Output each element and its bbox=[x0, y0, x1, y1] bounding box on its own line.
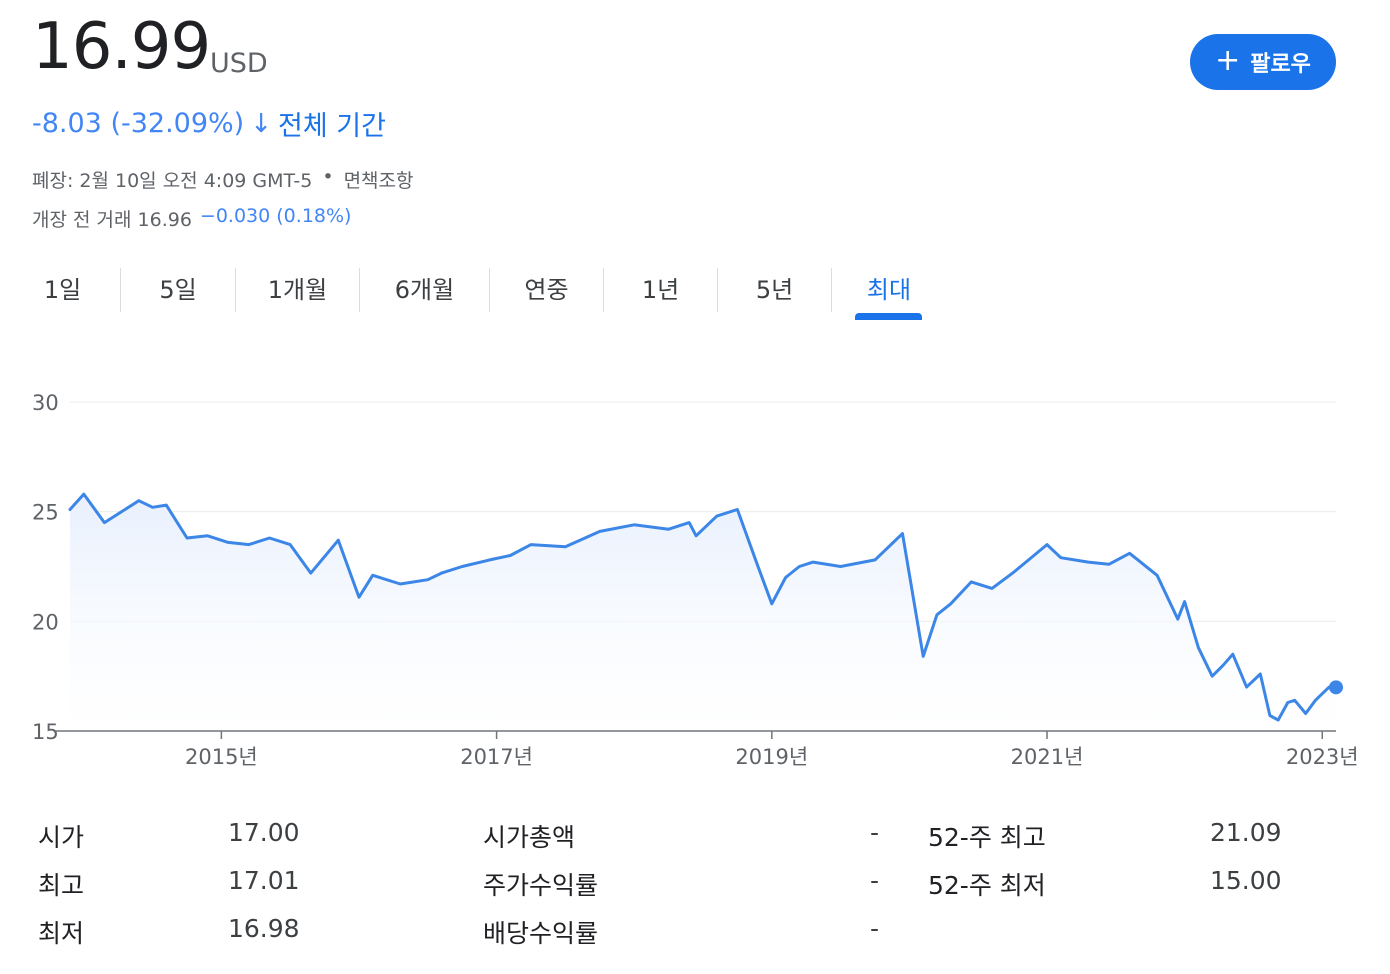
stat-label-open: 시가 bbox=[38, 823, 85, 852]
premarket-price: 개장 전 거래 16.96 bbox=[32, 209, 192, 231]
stat-value-high: 17.01 bbox=[228, 866, 300, 895]
stat-value-market-cap: - bbox=[870, 818, 880, 847]
stat-label-dividend-yield: 배당수익률 bbox=[483, 919, 599, 948]
market-status-row: 폐장: 2월 10일 오전 4:09 GMT-5 • 면책조항 bbox=[32, 166, 413, 193]
tab-ytd[interactable]: 연중 bbox=[490, 262, 603, 312]
arrow-down-icon: ↓ bbox=[250, 108, 272, 139]
currency-label: USD bbox=[210, 48, 268, 79]
stat-label-pe-ratio: 주가수익률 bbox=[483, 871, 599, 900]
active-tab-indicator bbox=[855, 313, 922, 320]
premarket-row: 개장 전 거래 16.96 −0.030 (0.18%) bbox=[32, 205, 351, 232]
tab-1d[interactable]: 1일 bbox=[5, 262, 120, 312]
y-tick-label: 15 bbox=[32, 720, 59, 744]
y-tick-label: 25 bbox=[32, 501, 59, 525]
tab-5y[interactable]: 5년 bbox=[718, 262, 831, 312]
price-value: 16.99 bbox=[32, 10, 211, 84]
x-tick-label: 2015년 bbox=[185, 745, 258, 769]
stat-value-open: 17.00 bbox=[228, 818, 300, 847]
stat-label-52w-high: 52-주 최고 bbox=[928, 823, 1046, 852]
plus-icon: + bbox=[1215, 42, 1241, 78]
tab-max[interactable]: 최대 bbox=[845, 262, 933, 312]
disclaimer-link[interactable]: 면책조항 bbox=[344, 166, 414, 193]
stat-value-low: 16.98 bbox=[228, 914, 300, 943]
y-tick-label: 20 bbox=[32, 610, 59, 634]
premarket-change: −0.030 (0.18%) bbox=[199, 205, 352, 227]
stat-value-dividend-yield: - bbox=[870, 914, 880, 943]
last-price-point bbox=[1329, 680, 1343, 695]
price-change-row: -8.03 (-32.09%) ↓ 전체 기간 bbox=[32, 104, 386, 143]
follow-button[interactable]: + 팔로우 bbox=[1190, 34, 1336, 90]
price-chart: 30 25 20 15 2015년 2017년 2019년 2021년 2023년 bbox=[32, 391, 1359, 769]
tab-divider bbox=[831, 268, 832, 312]
tab-1m[interactable]: 1개월 bbox=[236, 262, 359, 312]
tab-5d[interactable]: 5일 bbox=[121, 262, 235, 312]
stat-label-52w-low: 52-주 최저 bbox=[928, 871, 1046, 900]
tab-6m[interactable]: 6개월 bbox=[360, 262, 489, 312]
price-change: -8.03 (-32.09%) bbox=[32, 108, 245, 139]
x-tick-label: 2021년 bbox=[1011, 745, 1084, 769]
stat-label-low: 최저 bbox=[38, 919, 85, 948]
stat-value-52w-high: 21.09 bbox=[1210, 818, 1282, 847]
x-tick-label: 2019년 bbox=[735, 745, 808, 769]
stat-value-pe-ratio: - bbox=[870, 866, 880, 895]
separator-dot: • bbox=[322, 166, 334, 188]
stat-label-high: 최고 bbox=[38, 871, 85, 900]
y-tick-label: 30 bbox=[32, 391, 59, 415]
stat-value-52w-low: 15.00 bbox=[1210, 866, 1282, 895]
stat-label-market-cap: 시가총액 bbox=[483, 823, 576, 852]
tab-1y[interactable]: 1년 bbox=[604, 262, 717, 312]
x-tick-label: 2023년 bbox=[1286, 745, 1359, 769]
closed-time: 폐장: 2월 10일 오전 4:09 GMT-5 bbox=[32, 170, 313, 192]
follow-button-label: 팔로우 bbox=[1250, 52, 1311, 77]
change-period: 전체 기간 bbox=[278, 111, 386, 142]
x-tick-label: 2017년 bbox=[460, 745, 533, 769]
